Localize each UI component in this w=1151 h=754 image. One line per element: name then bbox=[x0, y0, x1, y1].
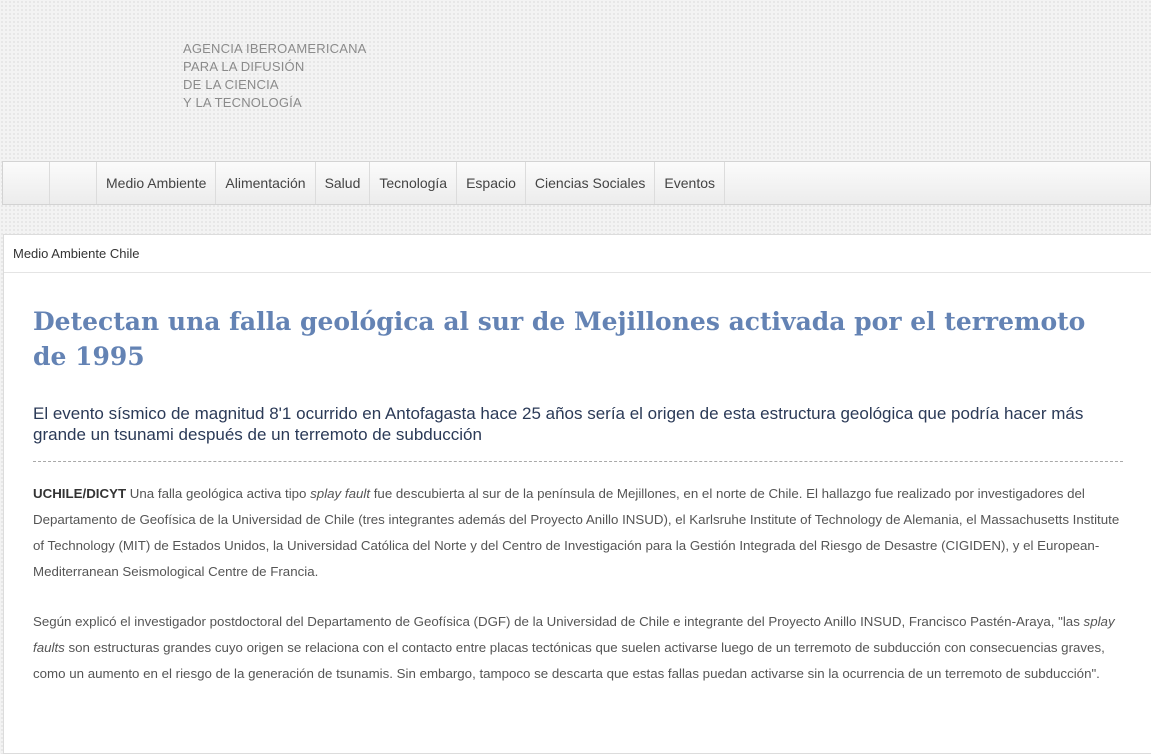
breadcrumb: Medio Ambiente Chile bbox=[4, 235, 1151, 273]
nav-spacer bbox=[3, 162, 50, 204]
divider bbox=[33, 461, 1123, 462]
nav-item-espacio[interactable]: Espacio bbox=[457, 162, 526, 204]
paragraph-text: son estructuras grandes cuyo origen se r… bbox=[33, 640, 1105, 681]
agency-name[interactable]: AGENCIA IBEROAMERICANA PARA LA DIFUSIÓN … bbox=[183, 40, 367, 112]
agency-line: AGENCIA IBEROAMERICANA bbox=[183, 41, 367, 56]
agency-line: Y LA TECNOLOGÍA bbox=[183, 95, 302, 110]
agency-line: PARA LA DIFUSIÓN bbox=[183, 59, 305, 74]
nav-item-eventos[interactable]: Eventos bbox=[655, 162, 725, 204]
article-subtitle: El evento sísmico de magnitud 8'1 ocurri… bbox=[33, 404, 1084, 444]
nav-item-medio-ambiente[interactable]: Medio Ambiente bbox=[97, 162, 217, 204]
article-title: Detectan una falla geológica al sur de M… bbox=[33, 307, 1086, 371]
nav-item-ciencias-sociales[interactable]: Ciencias Sociales bbox=[526, 162, 656, 204]
paragraph-text: Una falla geológica activa tipo bbox=[126, 486, 311, 501]
site-header: AGENCIA IBEROAMERICANA PARA LA DIFUSIÓN … bbox=[0, 0, 1151, 160]
paragraph-text: Según explicó el investigador postdoctor… bbox=[33, 614, 1084, 629]
breadcrumb-link[interactable]: Medio Ambiente Chile bbox=[13, 246, 139, 261]
nav-item-alimentacion[interactable]: Alimentación bbox=[216, 162, 316, 204]
nav-item-salud[interactable]: Salud bbox=[316, 162, 371, 204]
nav-item-tecnologia[interactable]: Tecnología bbox=[370, 162, 458, 204]
nav-spacer bbox=[50, 162, 97, 204]
agency-line: DE LA CIENCIA bbox=[183, 77, 279, 92]
article-paragraph: UCHILE/DICYT Una falla geológica activa … bbox=[33, 481, 1125, 585]
paragraph-emphasis: splay fault bbox=[310, 486, 371, 501]
article-source: UCHILE/DICYT bbox=[33, 486, 127, 501]
article-container: Medio Ambiente Chile Detectan una falla … bbox=[3, 234, 1151, 754]
article-paragraph: Según explicó el investigador postdoctor… bbox=[33, 609, 1125, 687]
main-nav: Medio Ambiente Alimentación Salud Tecnol… bbox=[2, 161, 1151, 205]
